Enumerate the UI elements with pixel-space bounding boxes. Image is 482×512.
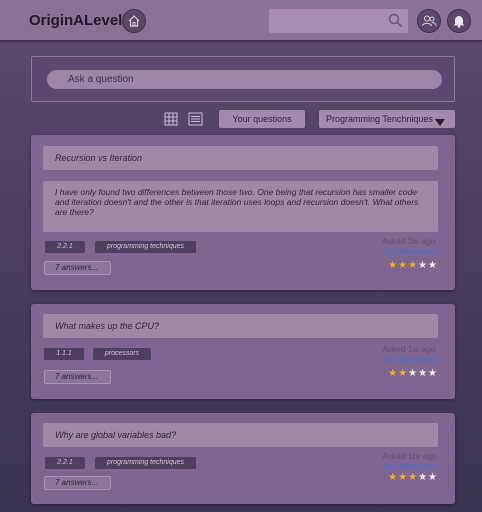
notifications-button[interactable] (447, 9, 471, 33)
dropdown-arrow-icon (435, 115, 445, 133)
question-card[interactable]: Recursion vs Iteration I have only found… (31, 135, 455, 290)
star-icon[interactable]: ★ (388, 368, 398, 379)
rating-stars[interactable]: ★★★★★ (388, 260, 438, 271)
star-icon[interactable]: ★ (428, 260, 438, 271)
topic-filter-select[interactable]: Programming Tenchniques (319, 110, 455, 128)
answers-button[interactable]: 7 answers... (44, 370, 111, 384)
star-icon[interactable]: ★ (398, 260, 408, 271)
question-meta: Asked 2w ago Ana Morosanu (382, 236, 438, 256)
your-questions-button[interactable]: Your questions (219, 110, 305, 128)
question-body: I have only found two differences betwee… (43, 181, 438, 232)
star-icon[interactable]: ★ (408, 368, 418, 379)
asked-label: Asked (382, 451, 406, 461)
ask-question-input[interactable]: Ask a question (47, 70, 442, 89)
asked-time: 2w ago (408, 236, 436, 246)
asked-label: Asked (382, 236, 406, 246)
spec-tag[interactable]: 2.2.1 (45, 457, 85, 469)
ask-question-panel: Ask a question (31, 56, 455, 102)
star-icon[interactable]: ★ (408, 472, 418, 483)
list-view-icon[interactable] (188, 112, 203, 131)
users-icon (421, 15, 437, 27)
question-title[interactable]: Why are global variables bad? (43, 423, 438, 447)
home-button[interactable] (122, 9, 146, 33)
topic-tag[interactable]: programming techniques (95, 457, 196, 469)
author-link[interactable]: Ana Morosanu (382, 246, 438, 256)
star-icon[interactable]: ★ (418, 368, 428, 379)
topic-tag[interactable]: processors (93, 348, 151, 360)
bell-icon (453, 16, 465, 28)
search-icon[interactable] (388, 13, 403, 33)
topic-tag[interactable]: programming techniques (95, 241, 196, 253)
star-icon[interactable]: ★ (418, 472, 428, 483)
answers-button[interactable]: 7 answers... (44, 261, 111, 275)
spec-tag[interactable]: 2.2.1 (45, 241, 85, 253)
home-icon (128, 15, 140, 27)
question-meta: Asked 1w ago Ana Morosanu (382, 344, 438, 364)
rating-stars[interactable]: ★★★★★ (388, 472, 438, 483)
star-icon[interactable]: ★ (398, 368, 408, 379)
top-bar: OriginALevel (0, 0, 482, 41)
question-card[interactable]: What makes up the CPU? 1.1.1 processors … (31, 304, 455, 399)
star-icon[interactable]: ★ (408, 260, 418, 271)
star-icon[interactable]: ★ (398, 472, 408, 483)
question-title[interactable]: What makes up the CPU? (43, 314, 438, 338)
grid-view-icon[interactable] (164, 112, 178, 131)
topic-filter-label: Programming Tenchniques (326, 114, 433, 124)
asked-label: Asked (382, 344, 406, 354)
author-link[interactable]: Ana Morosanu (382, 461, 438, 471)
star-icon[interactable]: ★ (388, 260, 398, 271)
users-button[interactable] (417, 9, 441, 33)
star-icon[interactable]: ★ (428, 472, 438, 483)
asked-time: 1w ago (408, 344, 436, 354)
spec-tag[interactable]: 1.1.1 (44, 348, 84, 360)
author-link[interactable]: Ana Morosanu (382, 354, 438, 364)
rating-stars[interactable]: ★★★★★ (388, 368, 438, 379)
question-card[interactable]: Why are global variables bad? 2.2.1 prog… (31, 413, 455, 504)
question-title[interactable]: Recursion vs Iteration (43, 146, 438, 170)
star-icon[interactable]: ★ (388, 472, 398, 483)
star-icon[interactable]: ★ (418, 260, 428, 271)
app-logo[interactable]: OriginALevel (29, 12, 122, 29)
header-search-input[interactable] (269, 9, 408, 33)
asked-time: 1hr ago (408, 451, 437, 461)
question-meta: Asked 1hr ago Ana Morosanu (382, 451, 438, 471)
star-icon[interactable]: ★ (428, 368, 438, 379)
answers-button[interactable]: 7 answers... (44, 476, 111, 490)
